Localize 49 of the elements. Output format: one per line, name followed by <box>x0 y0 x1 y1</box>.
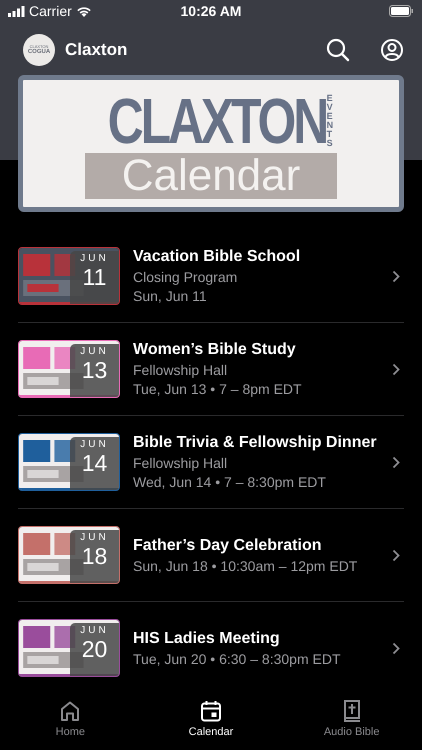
chevron-icon <box>392 642 400 655</box>
event-detail: Wed, Jun 14 • 7 – 8:30pm EDT <box>133 474 327 490</box>
date-day: 14 <box>82 451 108 476</box>
event-detail: Sun, Jun 18 • 10:30am – 12pm EDT <box>133 558 358 574</box>
event-title: Vacation Bible School <box>133 248 302 266</box>
date-month: JUN <box>80 439 109 452</box>
event-detail: Fellowship Hall <box>133 362 228 378</box>
banner-side-text: EVENTS <box>326 94 334 148</box>
profile-icon[interactable] <box>380 38 404 62</box>
event-row[interactable]: JUN 14 Bible Trivia & Fellowship Dinner Fellowship Hall Wed, Jun 14 • 7 – 8:30pm EDT <box>18 416 404 510</box>
signal-icon <box>8 6 25 16</box>
date-day: 18 <box>82 544 108 568</box>
date-month: JUN <box>80 625 109 638</box>
chevron-icon <box>392 548 400 562</box>
carrier-label: Carrier <box>29 3 72 19</box>
banner-subtitle: Calendar <box>85 152 337 199</box>
date-month: JUN <box>80 346 109 358</box>
event-detail: Fellowship Hall <box>133 455 228 472</box>
calendar-icon <box>200 700 222 722</box>
event-row[interactable]: JUN 11 Vacation Bible School Closing Program Sun, Jun 11 <box>18 230 404 324</box>
chevron-icon <box>392 456 400 469</box>
event-title: Father’s Day Celebration <box>133 536 322 555</box>
chevron-icon <box>392 270 400 283</box>
chevron-icon <box>392 362 400 376</box>
event-detail: Tue, Jun 13 • 7 – 8pm EDT <box>133 381 303 398</box>
search-icon[interactable] <box>326 38 350 62</box>
event-title: Women’s Bible Study <box>133 341 297 360</box>
event-title: Bible Trivia & Fellowship Dinner <box>133 434 378 452</box>
event-row[interactable]: JUN 20 HIS Ladies Meeting Tue, Jun 20 • 6:30 – 8:30pm EDT <box>18 602 404 694</box>
tab-item[interactable]: Calendar <box>150 694 271 744</box>
banner-title: CLAXTON <box>108 88 327 153</box>
tab-item[interactable]: Audio Bible <box>292 694 412 744</box>
event-row[interactable]: JUN 18 Father’s Day Celebration Sun, Jun 18 • 10:30am – 12pm EDT <box>18 509 404 602</box>
event-detail: Sun, Jun 11 <box>133 288 208 304</box>
event-row[interactable]: JUN 13 Women’s Bible Study Fellowship Hall Tue, Jun 13 • 7 – 8pm EDT <box>18 323 404 416</box>
home-icon <box>59 700 82 722</box>
event-detail: Tue, Jun 20 • 6:30 – 8:30pm EDT <box>133 650 342 667</box>
date-day: 11 <box>82 265 106 290</box>
event-detail: Closing Program <box>133 269 238 286</box>
date-month: JUN <box>80 532 109 544</box>
date-day: 13 <box>82 358 108 382</box>
app-title: Claxton <box>65 40 128 60</box>
status-time: 10:26 AM <box>180 3 242 19</box>
battery-icon <box>389 5 414 17</box>
tab-item[interactable]: Home <box>10 694 130 744</box>
wifi-icon <box>76 6 92 16</box>
date-month: JUN <box>80 253 109 266</box>
date-day: 20 <box>82 637 108 662</box>
event-title: HIS Ladies Meeting <box>133 630 281 648</box>
